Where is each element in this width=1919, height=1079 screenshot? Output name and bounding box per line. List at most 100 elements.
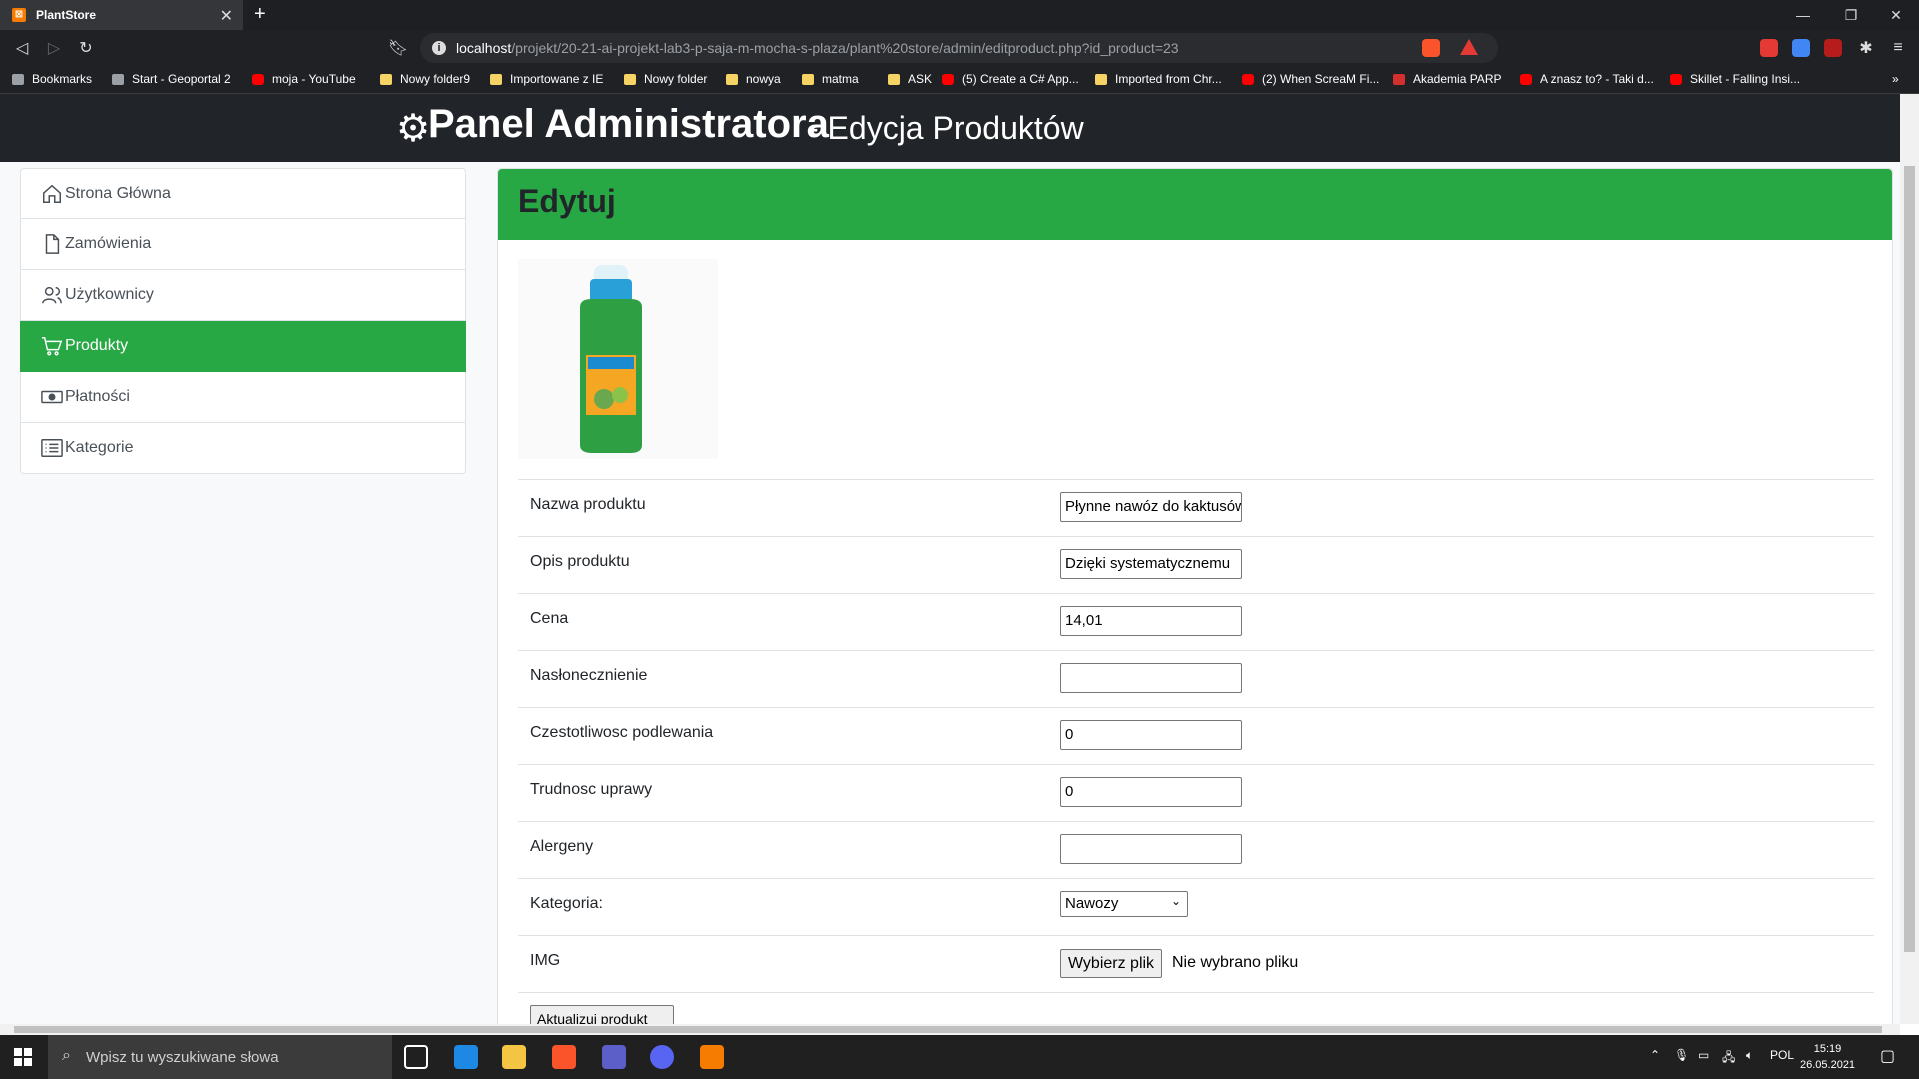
vertical-scrollbar[interactable]	[1900, 94, 1919, 1024]
bookmark-page-icon[interactable]: 🔖︎	[386, 36, 410, 60]
price-input[interactable]: 14,01	[1060, 606, 1242, 636]
sidebar-item-orders[interactable]: Zamówienia	[20, 219, 466, 270]
new-tab-icon[interactable]: +	[254, 3, 266, 26]
discord-icon[interactable]	[650, 1045, 674, 1069]
difficulty-input[interactable]: 0	[1060, 777, 1242, 807]
edit-card: Edytuj Nazwa produktu Płynne nawóz do ka…	[497, 168, 1893, 1024]
translate-icon[interactable]	[1792, 39, 1810, 57]
bookmark-item[interactable]: Nowy folder	[624, 72, 707, 86]
brave-browser-icon[interactable]	[552, 1045, 576, 1069]
bookmark-label: Nowy folder9	[400, 72, 471, 86]
site-icon	[112, 73, 124, 85]
folder-icon	[726, 73, 738, 85]
adblock-icon[interactable]	[1760, 39, 1778, 57]
brave-rewards-icon[interactable]	[1460, 39, 1478, 55]
bookmark-item[interactable]: matma	[802, 72, 859, 86]
taskbar-clock[interactable]: 15:19 26.05.2021	[1800, 1041, 1855, 1073]
bookmark-label: nowya	[746, 72, 781, 86]
sidebar-item-payments[interactable]: Płatności	[20, 372, 466, 423]
form-row-difficulty: Trudnosc uprawy 0	[518, 764, 1874, 821]
bookmark-item[interactable]: (2) When ScreaM Fi...	[1242, 72, 1379, 86]
form-row-img: IMG Wybierz plik Nie wybrano pliku	[518, 935, 1874, 992]
sidebar-item-products[interactable]: Produkty	[20, 321, 466, 372]
bookmark-item[interactable]: moja - YouTube	[252, 72, 356, 86]
youtube-icon	[1242, 73, 1254, 85]
watering-input[interactable]: 0	[1060, 720, 1242, 750]
extensions-icon[interactable]: ✱	[1854, 36, 1878, 60]
description-input[interactable]: Dzięki systematycznemu	[1060, 549, 1242, 579]
battery-icon[interactable]: ▭	[1698, 1048, 1709, 1062]
language-indicator[interactable]: POL	[1770, 1048, 1794, 1062]
allergens-input[interactable]	[1060, 834, 1242, 864]
close-tab-icon[interactable]: ✕	[220, 6, 233, 26]
windows-start-icon[interactable]	[14, 1048, 32, 1066]
bookmark-item[interactable]: A znasz to? - Taki d...	[1520, 72, 1654, 86]
tab-title: PlantStore	[36, 8, 97, 22]
teams-icon[interactable]	[602, 1045, 626, 1069]
bookmark-item[interactable]: Akademia PARP	[1393, 72, 1501, 86]
bookmark-label: Bookmarks	[32, 72, 93, 86]
network-icon[interactable]: 🖧︎	[1722, 1048, 1735, 1069]
bookmarks-overflow-icon[interactable]: »	[1892, 72, 1899, 86]
bookmark-label: Imported from Chr...	[1115, 72, 1222, 86]
allergens-label: Alergeny	[530, 838, 594, 855]
category-select[interactable]: Nawozy ⌄	[1060, 891, 1188, 917]
folder-icon	[1095, 73, 1107, 85]
sidebar: Strona Główna Zamówienia Użytkownicy Pro…	[20, 168, 466, 474]
close-window-icon[interactable]: ✕	[1873, 0, 1919, 30]
description-label: Opis produktu	[530, 553, 630, 570]
update-product-button[interactable]: Aktualizuj produkt	[530, 1005, 674, 1024]
choose-file-button[interactable]: Wybierz plik	[1060, 949, 1162, 978]
menu-icon[interactable]: ≡	[1886, 36, 1910, 60]
volume-icon[interactable]: 🔈︎	[1746, 1048, 1753, 1063]
ublock-icon[interactable]	[1824, 39, 1842, 57]
microphone-icon[interactable]: 🎙︎	[1674, 1048, 1689, 1062]
file-icon	[45, 234, 60, 254]
bookmark-item[interactable]: nowya	[726, 72, 781, 86]
bookmark-item[interactable]: Imported from Chr...	[1095, 72, 1222, 86]
reload-icon[interactable]: ↻	[74, 36, 98, 60]
bookmarks-icon	[12, 73, 24, 85]
tray-chevron-icon[interactable]: ⌃	[1650, 1048, 1660, 1062]
bookmark-item[interactable]: (5) Create a C# App...	[942, 72, 1079, 86]
address-bar[interactable]: i localhost /projekt/20-21-ai-projekt-la…	[420, 33, 1498, 63]
xampp-icon[interactable]	[700, 1045, 724, 1069]
form-row-watering: Czestotliwosc podlewania 0	[518, 707, 1874, 764]
forward-icon[interactable]: ▷	[42, 36, 66, 60]
gear-icon: ⚙	[396, 108, 431, 150]
sidebar-item-home[interactable]: Strona Główna	[20, 168, 466, 219]
admin-header: ⚙ Panel Administratora - Edycja Produktó…	[0, 94, 1900, 162]
cash-icon	[41, 390, 63, 404]
folder-icon	[802, 73, 814, 85]
form-row-price: Cena 14,01	[518, 593, 1874, 650]
bookmark-item[interactable]: ASK	[888, 72, 932, 86]
sidebar-item-label: Płatności	[65, 388, 130, 405]
brave-shield-icon[interactable]	[1422, 39, 1440, 57]
browser-tab[interactable]: ⊠ PlantStore ✕	[0, 0, 243, 30]
taskbar-search[interactable]: ⌕ Wpisz tu wyszukiwane słowa	[48, 1035, 392, 1079]
bookmark-item[interactable]: Bookmarks	[12, 72, 92, 86]
restore-icon[interactable]: ❐	[1828, 0, 1874, 30]
todo-icon[interactable]	[454, 1045, 478, 1069]
sidebar-item-label: Użytkownicy	[65, 286, 154, 303]
bookmark-item[interactable]: Start - Geoportal 2	[112, 72, 231, 86]
task-view-icon[interactable]	[404, 1045, 428, 1069]
back-icon[interactable]: ◁	[10, 36, 34, 60]
sunlight-input[interactable]	[1060, 663, 1242, 693]
bookmark-item[interactable]: Nowy folder9	[380, 72, 470, 86]
clock-time: 15:19	[1813, 1043, 1842, 1055]
minimize-icon[interactable]: —	[1780, 0, 1826, 30]
bookmark-item[interactable]: Skillet - Falling Insi...	[1670, 72, 1800, 86]
site-info-icon[interactable]: i	[432, 41, 446, 55]
category-selected-value: Nawozy	[1065, 895, 1119, 912]
notifications-icon[interactable]: ▢	[1880, 1046, 1895, 1066]
form-row-allergens: Alergeny	[518, 821, 1874, 878]
sidebar-item-categories[interactable]: Kategorie	[20, 423, 466, 474]
name-input[interactable]: Płynne nawóz do kaktusów	[1060, 492, 1242, 522]
bookmark-item[interactable]: Importowane z IE	[490, 72, 603, 86]
folder-icon	[380, 73, 392, 85]
sidebar-item-users[interactable]: Użytkownicy	[20, 270, 466, 321]
file-explorer-icon[interactable]	[502, 1045, 526, 1069]
horizontal-scrollbar[interactable]	[0, 1024, 1900, 1035]
search-placeholder: Wpisz tu wyszukiwane słowa	[86, 1048, 279, 1066]
